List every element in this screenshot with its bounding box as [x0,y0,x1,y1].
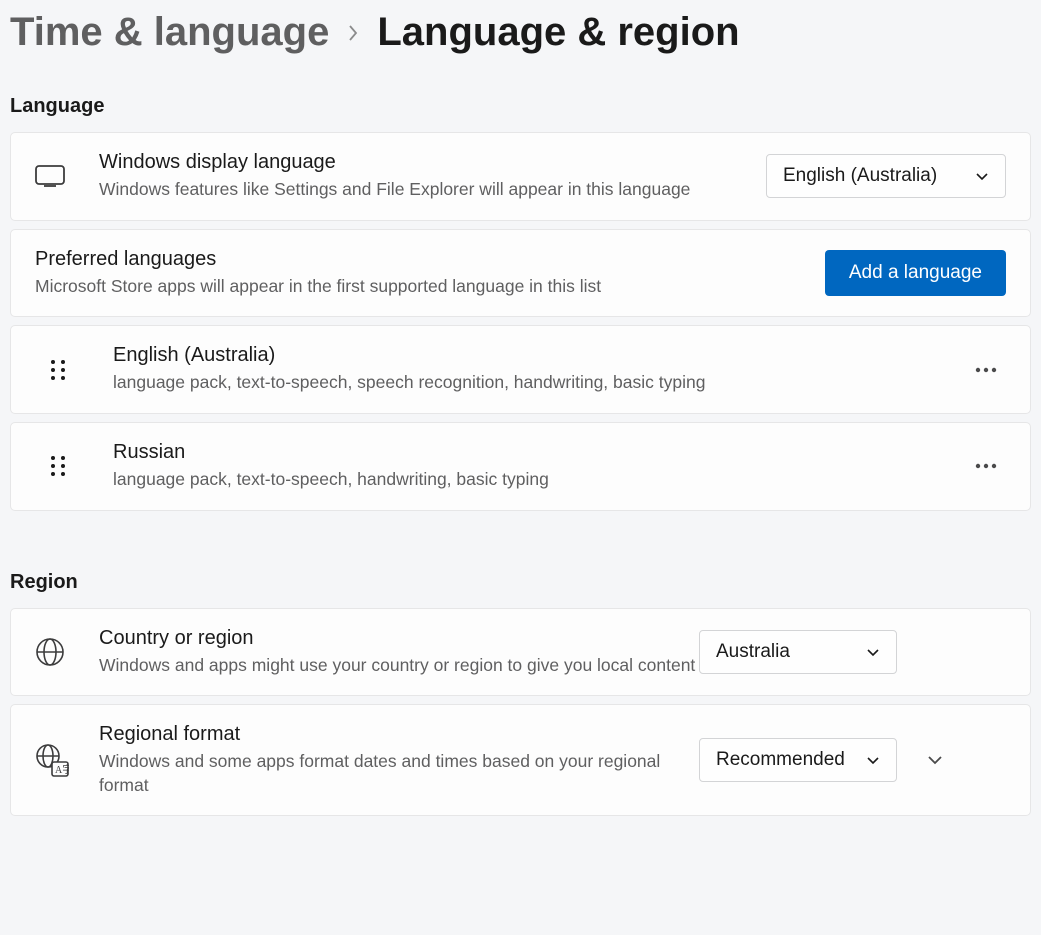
country-region-subtitle: Windows and apps might use your country … [99,654,699,678]
breadcrumb-parent[interactable]: Time & language [10,10,329,55]
svg-text:A字: A字 [55,763,69,776]
display-language-value: English (Australia) [783,165,937,187]
add-language-button[interactable]: Add a language [825,250,1006,296]
section-heading-region: Region [10,571,1031,594]
chevron-down-icon [866,753,880,767]
globe-text-icon: A字 [35,743,79,777]
globe-icon [35,637,79,667]
more-options-button[interactable] [966,367,1006,373]
expand-button[interactable] [917,754,953,766]
display-icon [35,165,79,187]
preferred-languages-subtitle: Microsoft Store apps will appear in the … [35,275,825,299]
language-item-features: language pack, text-to-speech, speech re… [113,371,966,395]
display-language-card: Windows display language Windows feature… [10,132,1031,221]
display-language-title: Windows display language [99,151,766,174]
country-region-card: Country or region Windows and apps might… [10,608,1031,697]
drag-handle-icon[interactable] [49,453,93,479]
breadcrumb: Time & language Language & region [10,10,1031,55]
regional-format-select[interactable]: Recommended [699,738,897,782]
chevron-right-icon [347,23,359,43]
regional-format-value: Recommended [716,749,845,771]
language-item-name: Russian [113,441,966,464]
language-item: Russian language pack, text-to-speech, h… [10,422,1031,511]
language-item-name: English (Australia) [113,344,966,367]
language-item: English (Australia) language pack, text-… [10,325,1031,414]
country-region-title: Country or region [99,627,699,650]
country-region-value: Australia [716,641,790,663]
chevron-down-icon [975,169,989,183]
regional-format-card: A字 Regional format Windows and some apps… [10,704,1031,816]
page-title: Language & region [377,10,739,55]
regional-format-subtitle: Windows and some apps format dates and t… [99,750,699,797]
more-options-button[interactable] [966,463,1006,469]
language-item-features: language pack, text-to-speech, handwriti… [113,468,966,492]
preferred-languages-card: Preferred languages Microsoft Store apps… [10,229,1031,318]
preferred-languages-title: Preferred languages [35,248,825,271]
country-region-select[interactable]: Australia [699,630,897,674]
chevron-down-icon [866,645,880,659]
regional-format-title: Regional format [99,723,699,746]
display-language-select[interactable]: English (Australia) [766,154,1006,198]
display-language-subtitle: Windows features like Settings and File … [99,178,766,202]
drag-handle-icon[interactable] [49,357,93,383]
section-heading-language: Language [10,95,1031,118]
